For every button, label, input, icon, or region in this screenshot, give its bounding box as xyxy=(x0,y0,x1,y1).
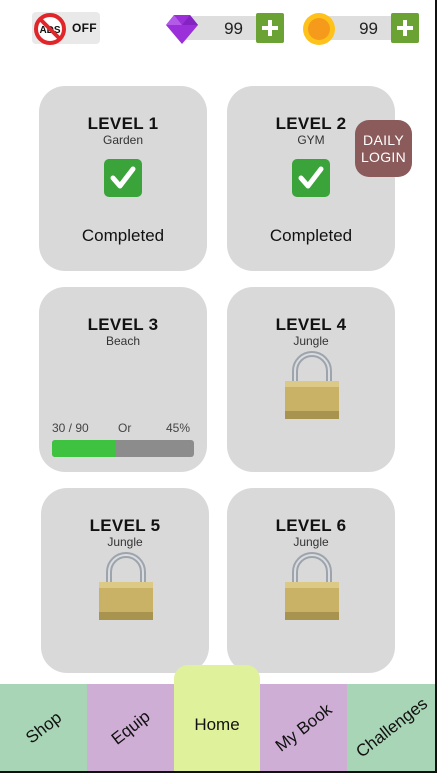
lock-icon xyxy=(99,552,153,620)
progress-or: Or xyxy=(118,421,132,435)
nav-mybook[interactable]: My Book xyxy=(260,684,347,771)
nav-home[interactable]: Home xyxy=(174,665,260,771)
daily-login-button[interactable]: DAILY LOGIN xyxy=(355,120,412,177)
lock-icon xyxy=(285,351,339,419)
coins-counter: 99 xyxy=(302,13,422,45)
level-title: LEVEL 4 xyxy=(275,315,347,334)
level-card-6[interactable]: LEVEL 6 Jungle xyxy=(227,488,395,673)
level-subtitle: Jungle xyxy=(293,334,329,348)
level-title: LEVEL 6 xyxy=(275,516,347,535)
progress-fill xyxy=(52,440,116,457)
level-subtitle: Jungle xyxy=(107,535,143,549)
lock-icon xyxy=(285,552,339,620)
nav-equip[interactable]: Equip xyxy=(87,684,174,771)
daily-login-line1: DAILY xyxy=(363,131,404,148)
level-title: LEVEL 5 xyxy=(89,516,161,535)
nav-challenges[interactable]: Challenges xyxy=(347,684,437,771)
level-card-2[interactable]: LEVEL 2 GYM Completed xyxy=(227,86,395,271)
level-card-3[interactable]: LEVEL 3 Beach 30 / 90 Or 45% xyxy=(39,287,207,472)
coins-value: 99 xyxy=(359,19,378,38)
level-card-4[interactable]: LEVEL 4 Jungle xyxy=(227,287,395,472)
progress-bar xyxy=(52,440,194,457)
nav-challenges-label: Challenges xyxy=(352,693,432,761)
level-title: LEVEL 3 xyxy=(87,315,159,334)
nav-equip-label: Equip xyxy=(107,706,154,748)
ads-status-label: OFF xyxy=(72,21,97,35)
nav-mybook-label: My Book xyxy=(271,699,336,755)
add-coins-button[interactable] xyxy=(391,13,419,43)
coin-icon xyxy=(303,13,335,45)
checkmark-icon xyxy=(292,159,330,197)
level-subtitle: Beach xyxy=(105,334,141,348)
level-status: Completed xyxy=(269,226,353,245)
nav-shop[interactable]: Shop xyxy=(0,684,87,771)
nav-shop-label: Shop xyxy=(21,707,65,747)
nav-home-label: Home xyxy=(194,715,240,734)
progress-count: 30 / 90 xyxy=(52,421,89,435)
level-card-1[interactable]: LEVEL 1 Garden Completed xyxy=(39,86,207,271)
no-ads-icon: ADS xyxy=(34,13,66,45)
level-subtitle: Garden xyxy=(102,133,144,147)
level-status: Completed xyxy=(81,226,165,245)
gems-value: 99 xyxy=(224,19,243,38)
gem-icon xyxy=(166,15,198,44)
level-subtitle: Jungle xyxy=(293,535,329,549)
progress-percent: 45% xyxy=(165,421,190,435)
ads-toggle[interactable]: ADS OFF xyxy=(32,12,100,45)
checkmark-icon xyxy=(104,159,142,197)
level-card-5[interactable]: LEVEL 5 Jungle xyxy=(41,488,209,673)
daily-login-line2: LOGIN xyxy=(360,148,407,165)
gems-counter: 99 xyxy=(165,13,285,44)
level-title: LEVEL 1 xyxy=(87,114,159,133)
add-gems-button[interactable] xyxy=(256,13,284,43)
